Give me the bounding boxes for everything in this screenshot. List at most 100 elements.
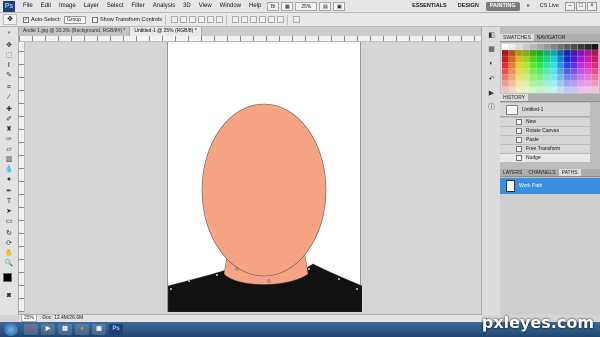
minimize-icon[interactable]: –: [565, 1, 575, 11]
swatch-cell[interactable]: [577, 50, 585, 56]
tab-swatches[interactable]: SWATCHES: [500, 34, 534, 41]
swatch-cell[interactable]: [515, 44, 523, 50]
swatch-cell[interactable]: [508, 50, 516, 56]
foreground-color-swatch[interactable]: [3, 273, 12, 282]
distribute-center-icon[interactable]: [268, 16, 276, 23]
swatch-cell[interactable]: [591, 62, 599, 69]
tab-layers[interactable]: LAYERS: [500, 169, 525, 176]
media-player-icon[interactable]: ▶: [41, 324, 55, 335]
show-transform-checkbox[interactable]: [91, 16, 98, 23]
swatch-cell[interactable]: [543, 50, 550, 56]
swatch-cell[interactable]: [591, 68, 599, 75]
swatch-cell[interactable]: [536, 80, 544, 87]
swatch-cell[interactable]: [584, 56, 592, 62]
swatch-cell[interactable]: [557, 80, 564, 87]
align-center-icon[interactable]: [207, 16, 215, 23]
swatch-cell[interactable]: [515, 50, 523, 56]
menu-edit[interactable]: Edit: [37, 0, 55, 13]
swatch-cell[interactable]: [550, 86, 557, 93]
swatch-cell[interactable]: [571, 62, 578, 69]
swatch-cell[interactable]: [584, 62, 592, 69]
quick-mask-icon[interactable]: ◙: [3, 291, 15, 300]
swatch-cells[interactable]: [501, 43, 599, 93]
swatch-cell[interactable]: [550, 74, 557, 81]
3d-orbit-tool-icon[interactable]: ⟳: [3, 239, 15, 248]
swatch-cell[interactable]: [536, 50, 544, 56]
eyedropper-tool-icon[interactable]: ⁄: [3, 93, 15, 102]
shape-tool-icon[interactable]: ▭: [3, 217, 15, 226]
workspace-more-icon[interactable]: »: [523, 2, 534, 11]
launch-bridge-button[interactable]: Br: [267, 1, 280, 11]
start-button[interactable]: [4, 323, 18, 336]
app-icon[interactable]: ▣: [92, 324, 106, 335]
swatch-panel-icon[interactable]: ▦: [486, 45, 497, 55]
swatch-cell[interactable]: [508, 68, 516, 75]
doc-tab-andie[interactable]: Andie 1.jpg @ 33.3% (Background, RGB/8#)…: [19, 27, 131, 36]
info-panel-icon[interactable]: ⓘ: [486, 103, 497, 113]
swatch-cell[interactable]: [522, 62, 530, 69]
swatch-cell[interactable]: [577, 74, 585, 81]
align-middle-icon[interactable]: [180, 16, 188, 23]
swatch-cell[interactable]: [557, 86, 564, 93]
swatch-cell[interactable]: [577, 86, 585, 93]
eraser-tool-icon[interactable]: ▱: [3, 145, 15, 154]
maximize-icon[interactable]: □: [576, 1, 586, 11]
swatch-cell[interactable]: [584, 86, 592, 93]
swatch-cell[interactable]: [557, 68, 564, 75]
swatch-cell[interactable]: [522, 86, 530, 93]
swatch-cell[interactable]: [550, 68, 557, 75]
swatch-cell[interactable]: [522, 56, 530, 62]
align-bottom-icon[interactable]: [189, 16, 197, 23]
collapse-tools-icon[interactable]: »: [3, 29, 15, 38]
opera-icon[interactable]: O: [24, 324, 38, 335]
swatch-cell[interactable]: [564, 56, 571, 62]
swatch-cell[interactable]: [584, 50, 592, 56]
swatch-cell[interactable]: [543, 68, 550, 75]
path-row[interactable]: Work Path: [500, 178, 600, 194]
menu-analysis[interactable]: Analysis: [149, 0, 179, 13]
workspace-painting[interactable]: PAINTING: [485, 1, 520, 11]
pen-tool-icon[interactable]: ✒: [3, 187, 15, 196]
swatch-cell[interactable]: [508, 56, 516, 62]
distribute-left-icon[interactable]: [259, 16, 267, 23]
swatch-cell[interactable]: [550, 56, 557, 62]
swatch-cell[interactable]: [543, 62, 550, 69]
swatch-cell[interactable]: [577, 68, 585, 75]
pasteboard[interactable]: [25, 42, 481, 312]
gradient-tool-icon[interactable]: ▥: [3, 155, 15, 164]
hand-tool-icon[interactable]: ✋: [3, 249, 15, 258]
swatch-cell[interactable]: [522, 50, 530, 56]
swatch-cell[interactable]: [515, 74, 523, 81]
zoom-level-select[interactable]: 25%: [295, 1, 318, 11]
swatch-cell[interactable]: [577, 56, 585, 62]
swatch-cell[interactable]: [508, 86, 516, 93]
workspace-design[interactable]: DESIGN: [454, 2, 483, 11]
tab-navigator[interactable]: NAVIGATOR: [534, 34, 569, 41]
swatch-cell[interactable]: [564, 62, 571, 69]
history-item[interactable]: Rotate Canvas: [500, 127, 590, 136]
swatch-cell[interactable]: [536, 44, 544, 50]
swatch-cell[interactable]: [543, 86, 550, 93]
swatch-cell[interactable]: [557, 56, 564, 62]
swatch-cell[interactable]: [543, 56, 550, 62]
swatch-cell[interactable]: [543, 74, 550, 81]
swatch-cell[interactable]: [522, 74, 530, 81]
swatches-grid[interactable]: [501, 43, 599, 93]
swatch-cell[interactable]: [557, 50, 564, 56]
3d-rotate-tool-icon[interactable]: ↻: [3, 229, 15, 238]
history-item[interactable]: Nudge: [500, 154, 590, 163]
align-top-icon[interactable]: [171, 16, 179, 23]
swatch-cell[interactable]: [557, 44, 564, 50]
auto-select-dropdown[interactable]: Group: [63, 15, 86, 24]
swatch-cell[interactable]: [529, 86, 537, 93]
swatch-cell[interactable]: [591, 44, 599, 50]
cs-live-button[interactable]: CS Live: [540, 3, 559, 9]
blur-tool-icon[interactable]: 💧: [3, 165, 15, 174]
color-panel-icon[interactable]: ◧: [486, 31, 497, 41]
swatch-cell[interactable]: [515, 80, 523, 87]
swatch-cell[interactable]: [591, 86, 599, 93]
swatch-cell[interactable]: [515, 68, 523, 75]
swatch-cell[interactable]: [536, 68, 544, 75]
history-item[interactable]: Free Transform: [500, 145, 590, 154]
zoom-tool-icon[interactable]: 🔍: [3, 259, 15, 268]
